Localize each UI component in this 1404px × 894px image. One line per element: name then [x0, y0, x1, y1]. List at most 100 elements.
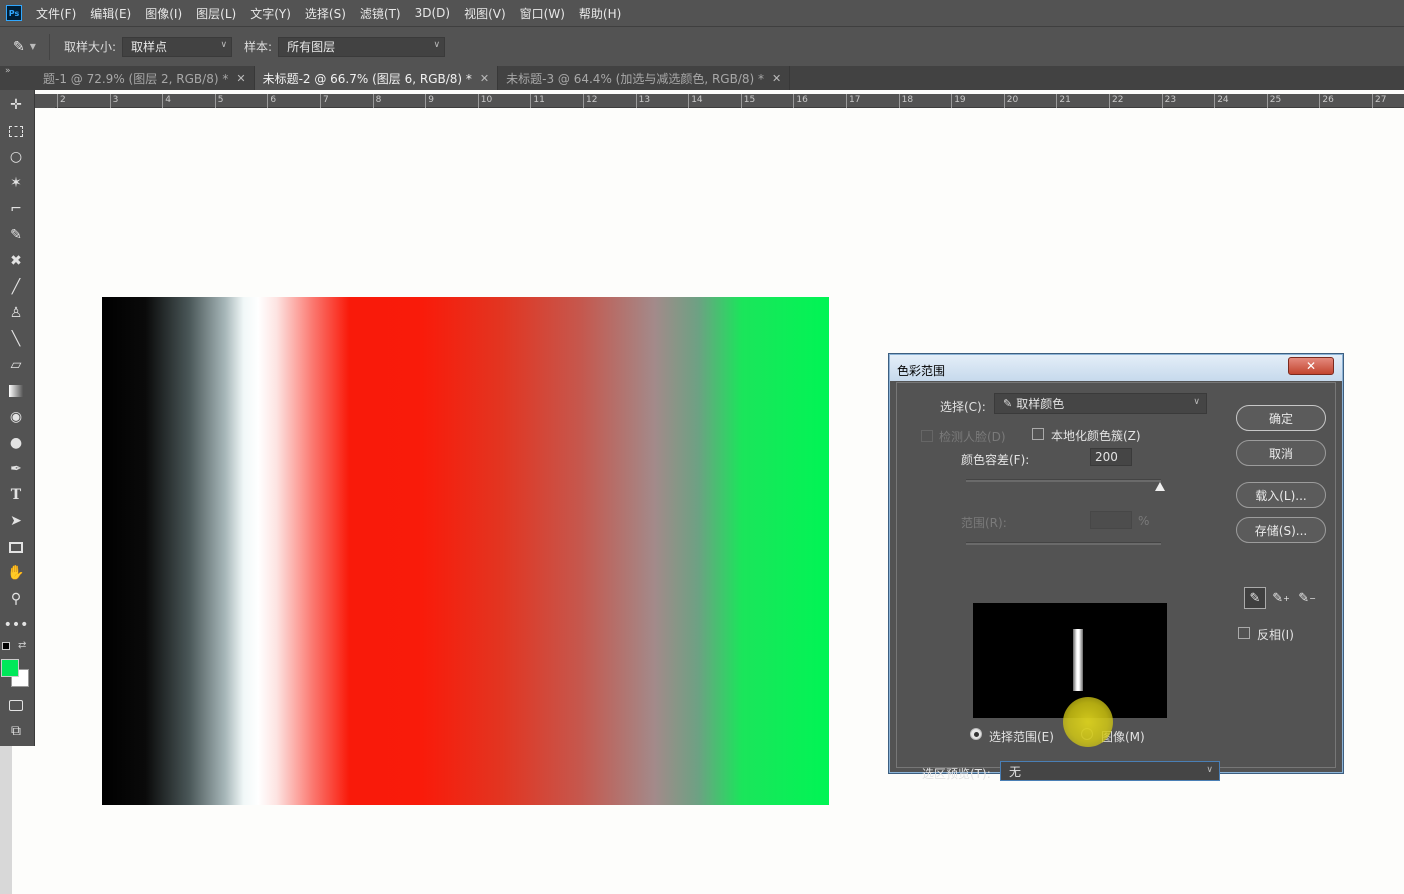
- pen-icon[interactable]: ✒: [5, 458, 27, 480]
- ruler-tick-label: 24: [1214, 94, 1229, 108]
- sample-size-select[interactable]: 取样点 ∨: [122, 36, 233, 57]
- magic-wand-icon[interactable]: ✶: [5, 172, 27, 194]
- close-icon[interactable]: ✕: [480, 72, 489, 85]
- eyedropper-icon[interactable]: ✎: [1244, 587, 1266, 609]
- screen-mode-icon[interactable]: ⧉: [5, 720, 27, 742]
- fuzziness-value: 200: [1095, 450, 1118, 464]
- selection-preview-dropdown[interactable]: 无 ∨: [1000, 761, 1220, 781]
- vertical-ruler: [0, 746, 12, 894]
- fuzziness-slider-track[interactable]: [966, 479, 1161, 482]
- rectangle-icon[interactable]: [5, 536, 27, 558]
- menu-filter[interactable]: 滤镜(T): [360, 5, 401, 22]
- eyedropper-icon: ✎: [1003, 397, 1013, 410]
- default-colors-icon[interactable]: [2, 642, 10, 650]
- range-unit: %: [1138, 514, 1150, 528]
- gradient-icon[interactable]: [5, 380, 27, 402]
- selection-radio[interactable]: [970, 728, 982, 740]
- ruler-tick-label: 23: [1161, 94, 1176, 108]
- sample-select[interactable]: 所有图层 ∨: [278, 36, 446, 57]
- canvas-gradient-image[interactable]: [102, 297, 829, 805]
- close-icon[interactable]: ✕: [772, 72, 781, 85]
- close-icon[interactable]: ✕: [236, 72, 245, 85]
- tab-label: 未标题-2 @ 66.7% (图层 6, RGB/8) *: [262, 71, 472, 86]
- more-icon[interactable]: •••: [4, 614, 29, 636]
- eraser-icon[interactable]: ▱: [5, 354, 27, 376]
- menu-image[interactable]: 图像(I): [145, 5, 182, 22]
- eyedropper-plus-icon[interactable]: ✎ +: [1270, 587, 1292, 609]
- tab-document-2[interactable]: 未标题-2 @ 66.7% (图层 6, RGB/8) * ✕: [254, 66, 499, 90]
- tool-preset-picker[interactable]: ✎ ▼: [0, 33, 50, 60]
- localized-clusters-label: 本地化颜色簇(Z): [1051, 429, 1141, 443]
- color-range-dialog: 色彩范围 ✕ 选择(C): ✎ 取样颜色 ∨ 检测人脸(D) 本地化颜色簇(Z)…: [889, 354, 1343, 781]
- quick-mask-icon[interactable]: [5, 694, 27, 716]
- tab-document-1[interactable]: 题-1 @ 72.9% (图层 2, RGB/8) * ✕: [35, 66, 255, 90]
- ruler-tick-label: 8: [372, 94, 381, 108]
- range-slider-track: [966, 542, 1161, 545]
- selection-mask-bar: [1073, 629, 1083, 691]
- range-label: 范围(R):: [961, 516, 1007, 530]
- menu-view[interactable]: 视图(V): [464, 5, 506, 22]
- save-button[interactable]: 存储(S)...: [1236, 517, 1326, 543]
- dodge-icon[interactable]: ●: [5, 432, 27, 454]
- eyedropper-minus-icon[interactable]: ✎ −: [1296, 587, 1318, 609]
- brush-icon[interactable]: ╱: [5, 276, 27, 298]
- menu-layer[interactable]: 图层(L): [196, 5, 236, 22]
- detect-faces-label: 检测人脸(D): [939, 430, 1006, 444]
- ruler-tick-label: 21: [1056, 94, 1071, 108]
- menu-select[interactable]: 选择(S): [305, 5, 346, 22]
- ruler-tick-label: 11: [530, 94, 545, 108]
- load-button[interactable]: 载入(L)...: [1236, 482, 1326, 508]
- lasso-icon[interactable]: ○: [5, 146, 27, 168]
- path-select-icon[interactable]: ➤: [5, 510, 27, 532]
- menu-3d[interactable]: 3D(D): [415, 6, 450, 20]
- zoom-icon[interactable]: ⚲: [5, 588, 27, 610]
- tab-document-3[interactable]: 未标题-3 @ 64.4% (加选与减选颜色, RGB/8) * ✕: [498, 66, 791, 90]
- ruler-tick-label: 16: [793, 94, 808, 108]
- chevron-down-icon: ∨: [433, 39, 441, 50]
- foreground-color-swatch[interactable]: [1, 659, 19, 677]
- menu-bar: Ps 文件(F) 编辑(E) 图像(I) 图层(L) 文字(Y) 选择(S) 滤…: [0, 0, 1404, 26]
- select-dropdown[interactable]: ✎ 取样颜色 ∨: [994, 393, 1207, 414]
- ruler-tick-label: 25: [1266, 94, 1281, 108]
- tab-label: 未标题-3 @ 64.4% (加选与减选颜色, RGB/8) *: [506, 71, 765, 86]
- fuzziness-input[interactable]: 200: [1090, 448, 1132, 466]
- ruler-corner: [35, 94, 55, 108]
- localized-clusters-checkbox[interactable]: [1032, 428, 1044, 440]
- detect-faces-checkbox: [921, 430, 933, 442]
- healing-icon[interactable]: ✖: [5, 250, 27, 272]
- history-brush-icon[interactable]: ╲: [5, 328, 27, 350]
- ruler-tick-label: 17: [846, 94, 860, 108]
- invert-checkbox[interactable]: [1238, 627, 1250, 639]
- sample-value: 所有图层: [287, 40, 336, 54]
- fuzziness-slider-handle[interactable]: [1155, 482, 1165, 491]
- cursor-highlight: [1063, 697, 1113, 747]
- dialog-title: 色彩范围: [897, 364, 946, 378]
- chevron-down-icon: ∨: [1193, 397, 1200, 407]
- menu-help[interactable]: 帮助(H): [579, 5, 621, 22]
- marquee-icon[interactable]: [5, 120, 27, 142]
- crop-icon[interactable]: ⌐: [5, 198, 27, 220]
- swap-colors-icon[interactable]: ⇄: [18, 640, 26, 651]
- sample-size-label: 取样大小:: [64, 40, 117, 54]
- menu-window[interactable]: 窗口(W): [520, 5, 565, 22]
- menu-file[interactable]: 文件(F): [36, 5, 76, 22]
- ruler-tick-label: 12: [583, 94, 597, 108]
- menu-edit[interactable]: 编辑(E): [90, 5, 131, 22]
- hand-icon[interactable]: ✋: [5, 562, 27, 584]
- ruler-tick-label: 7: [320, 94, 329, 108]
- close-button[interactable]: ✕: [1288, 357, 1334, 375]
- blur-icon[interactable]: ◉: [5, 406, 27, 428]
- fuzziness-label: 颜色容差(F):: [961, 453, 1030, 467]
- ruler-tick-label: 14: [688, 94, 703, 108]
- dialog-titlebar[interactable]: 色彩范围: [890, 355, 1342, 381]
- move-icon[interactable]: ✛: [5, 94, 27, 116]
- ok-button[interactable]: 确定: [1236, 405, 1326, 431]
- menu-type[interactable]: 文字(Y): [250, 5, 291, 22]
- type-icon[interactable]: T: [5, 484, 27, 506]
- invert-label: 反相(I): [1257, 628, 1294, 642]
- eyedropper-icon[interactable]: ✎: [5, 224, 27, 246]
- double-chevron-icon: »: [5, 66, 11, 76]
- stamp-icon[interactable]: ♙: [5, 302, 27, 324]
- panel-collapse-header[interactable]: »: [0, 66, 35, 90]
- cancel-button[interactable]: 取消: [1236, 440, 1326, 466]
